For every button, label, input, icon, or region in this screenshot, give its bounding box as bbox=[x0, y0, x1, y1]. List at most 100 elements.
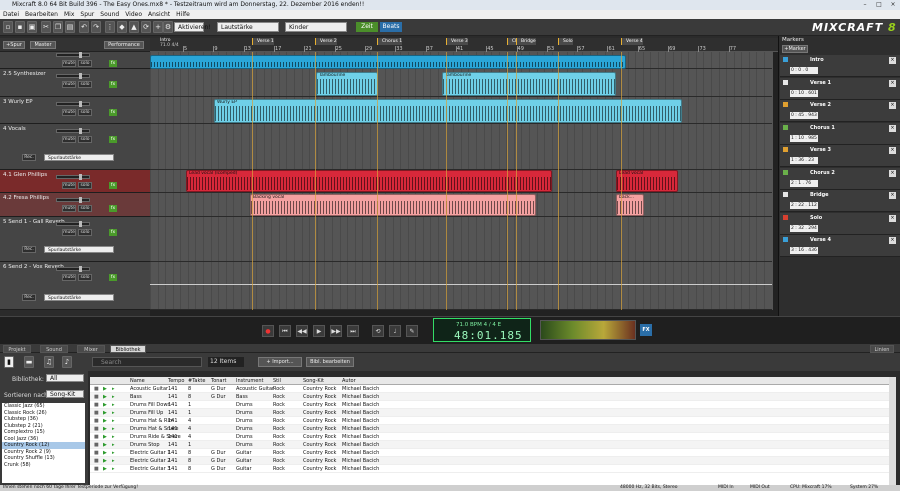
volume-fader[interactable] bbox=[56, 221, 90, 227]
delete-marker-icon[interactable]: × bbox=[889, 102, 896, 109]
clip-wurly[interactable]: Wurly EP bbox=[214, 99, 682, 123]
add-to-project-icon[interactable]: ▸ bbox=[112, 425, 115, 433]
new-file-icon[interactable]: ▫ bbox=[3, 21, 13, 33]
delete-marker-icon[interactable]: × bbox=[889, 147, 896, 154]
table-row[interactable]: ■ ▶ ▸ Drums Hat & Rim 141 4 Drums Rock Country R… bbox=[90, 417, 890, 425]
edit-library-button[interactable]: Bibl. bearbeiten bbox=[306, 357, 354, 367]
preview-icon[interactable]: ■ bbox=[94, 441, 99, 449]
fx-button[interactable]: fx bbox=[109, 182, 117, 189]
menu-ansicht[interactable]: Ansicht bbox=[145, 10, 173, 19]
solo-button[interactable]: solo bbox=[78, 205, 92, 212]
arrangement-grid[interactable]: Tambourine Tambourine Wurly EP Lead vocal (… bbox=[150, 52, 778, 310]
menu-datei[interactable]: Datei bbox=[0, 10, 22, 19]
mute-button[interactable]: mute bbox=[62, 182, 76, 189]
preview-icon[interactable]: ■ bbox=[94, 417, 99, 425]
marker-row[interactable]: Verse 3 1 : 36 . 23 × bbox=[780, 145, 900, 167]
play-icon[interactable]: ▶ bbox=[103, 409, 107, 417]
ruler-marker[interactable]: Bridge bbox=[516, 38, 536, 45]
tab-mixer[interactable]: Mixer bbox=[77, 345, 105, 353]
automation-lane-select[interactable]: Spurlautstärke bbox=[44, 294, 114, 301]
automation-lane-select[interactable]: Spurlautstärke bbox=[44, 246, 114, 253]
fx-button[interactable]: fx bbox=[109, 205, 117, 212]
record-icon[interactable]: ● bbox=[262, 325, 274, 337]
marker-time[interactable]: 0 : 10 . 601 bbox=[790, 89, 818, 97]
play-icon[interactable]: ▶ bbox=[103, 457, 107, 465]
genre-list[interactable]: Classic Jazz (65) Classic Rock (26) Clubst… bbox=[2, 403, 85, 483]
menu-mix[interactable]: Mix bbox=[61, 10, 77, 19]
mute-button[interactable]: mute bbox=[62, 229, 76, 236]
volume-fader[interactable] bbox=[56, 128, 90, 134]
table-scrollbar[interactable] bbox=[889, 377, 896, 485]
play-icon[interactable]: ▶ bbox=[103, 449, 107, 457]
open-folder-icon[interactable]: ▪ bbox=[15, 21, 25, 33]
delete-marker-icon[interactable]: × bbox=[889, 169, 896, 177]
clip-tambourine-1[interactable]: Tambourine bbox=[316, 72, 378, 96]
fx-button[interactable]: fx bbox=[109, 136, 117, 143]
marker-color-swatch[interactable] bbox=[783, 147, 788, 152]
track-header[interactable]: 2.5 Synthesizer mute solo fx bbox=[0, 69, 150, 97]
search-input[interactable]: Search bbox=[92, 357, 202, 367]
play-icon[interactable]: ▶ bbox=[313, 325, 325, 337]
marker-time[interactable]: 2 : 22 . 112 bbox=[790, 202, 818, 209]
add-marker-button[interactable]: +Marker bbox=[782, 45, 808, 53]
delete-marker-icon[interactable]: × bbox=[889, 124, 896, 132]
volume-fader[interactable] bbox=[56, 174, 90, 180]
marker-time[interactable]: 1 : 10 . 985 bbox=[790, 134, 818, 142]
volume-fader[interactable] bbox=[56, 101, 90, 107]
fx-button[interactable]: fx bbox=[109, 60, 117, 67]
tab-bibliothek[interactable]: Bibliothek bbox=[110, 345, 146, 353]
column-header[interactable]: Tempo bbox=[168, 377, 184, 385]
snap-icon[interactable]: ◆ bbox=[117, 21, 127, 33]
marker-row[interactable]: Verse 2 0 : 45 . 943 × bbox=[780, 100, 900, 122]
ruler-marker[interactable]: Chorus 1 bbox=[377, 38, 403, 45]
tab-projekt[interactable]: Projekt bbox=[3, 345, 31, 353]
rec-button[interactable]: Rec. bbox=[22, 294, 36, 301]
fx-button[interactable]: fx bbox=[109, 274, 117, 281]
cut-icon[interactable]: ✂ bbox=[41, 21, 51, 33]
table-row[interactable]: ■ ▶ ▸ Drums Fill Up 141 1 Drums Rock Country Roc… bbox=[90, 409, 890, 417]
play-icon[interactable]: ▶ bbox=[103, 433, 107, 441]
marker-time[interactable]: 2 : 32 . 294 bbox=[790, 224, 818, 232]
master-fx-button[interactable]: FX bbox=[640, 324, 652, 336]
add-to-project-icon[interactable]: ▸ bbox=[112, 433, 115, 441]
marker-row[interactable]: Verse 4 3 : 16 . 436 × bbox=[780, 235, 900, 257]
paste-icon[interactable]: ▤ bbox=[65, 21, 75, 33]
sample-icon[interactable]: ♪ bbox=[62, 356, 72, 368]
marker-row[interactable]: Bridge 2 : 22 . 112 × bbox=[780, 190, 900, 212]
marker-row[interactable]: Verse 1 0 : 10 . 601 × bbox=[780, 77, 900, 100]
marker-color-swatch[interactable] bbox=[783, 192, 788, 197]
fx-button[interactable]: fx bbox=[109, 109, 117, 116]
volume-fader[interactable] bbox=[56, 52, 90, 58]
track-header[interactable]: 5 Send 1 - Gall Reverb mute solo fx Rec. Spur… bbox=[0, 217, 150, 262]
loop-toggle-icon[interactable]: ⟲ bbox=[372, 325, 384, 337]
fx-button[interactable]: fx bbox=[109, 81, 117, 88]
table-row[interactable]: ■ ▶ ▸ Drums Stop 141 1 Drums Rock Country Rock Mi… bbox=[90, 441, 890, 449]
column-header[interactable]: Name bbox=[130, 377, 145, 385]
track-header[interactable]: 4.2 Fresa Phillips mute solo fx bbox=[0, 193, 150, 217]
ruler-marker[interactable]: Solo bbox=[558, 38, 573, 45]
marker-row[interactable]: Chorus 2 2 : 1 . 76 × bbox=[780, 167, 900, 190]
beats-button[interactable]: Beats bbox=[380, 22, 402, 32]
mute-button[interactable]: mute bbox=[62, 274, 76, 281]
maximize-icon[interactable]: □ bbox=[872, 0, 886, 10]
timeline-ruler[interactable]: 5 9 13 17 21 25 29 33 37 41 45 49 53 57 61 65 69 73 77 Intr… bbox=[150, 38, 778, 52]
marker-time[interactable]: 1 : 36 . 23 bbox=[790, 157, 818, 164]
menu-bearbeiten[interactable]: Bearbeiten bbox=[22, 10, 61, 19]
metronome-icon[interactable]: ▲ bbox=[129, 21, 139, 33]
gear-icon[interactable]: ⚙ bbox=[163, 21, 173, 33]
marker-color-swatch[interactable] bbox=[783, 237, 788, 242]
punch-icon[interactable]: ✎ bbox=[406, 325, 418, 337]
forward-end-icon[interactable]: ⏭ bbox=[347, 325, 359, 337]
minimize-icon[interactable]: – bbox=[858, 0, 872, 10]
clip-tambourine-2[interactable]: Tambourine bbox=[442, 72, 616, 96]
clip-synth[interactable] bbox=[150, 55, 626, 69]
fast-forward-icon[interactable]: ▶▶ bbox=[330, 325, 342, 337]
delete-marker-icon[interactable]: × bbox=[889, 237, 896, 244]
folder-icon[interactable]: ▬ bbox=[24, 356, 34, 368]
play-icon[interactable]: ▶ bbox=[103, 385, 107, 393]
ruler-marker[interactable]: Verse 1 bbox=[252, 38, 274, 45]
loop-icon[interactable]: ⟳ bbox=[141, 21, 151, 33]
clip-lead-vocal-2[interactable]: Lead vocal bbox=[616, 170, 678, 192]
play-icon[interactable]: ▶ bbox=[103, 425, 107, 433]
library-icon[interactable]: ▮ bbox=[4, 356, 14, 368]
